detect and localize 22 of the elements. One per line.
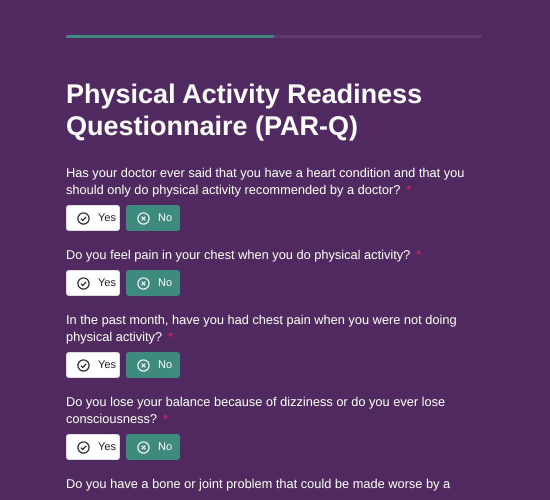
answer-button[interactable]: No	[126, 270, 180, 296]
answer-button[interactable]: Yes	[66, 270, 120, 296]
answer-button[interactable]: No	[126, 434, 180, 460]
question-text: Has your doctor ever said that you have a heart condition and that you should only do physical activity recommended by a doctor? *	[66, 164, 466, 198]
close-icon	[137, 212, 150, 224]
check-icon	[77, 358, 90, 372]
answer-button[interactable]: No	[126, 352, 180, 378]
question-text: In the past month, have you had chest pain when you were not doing physical activity? *	[66, 311, 458, 345]
form-title: Physical Activity Readiness Questionnaire (PAR-Q)	[66, 78, 424, 142]
question-text: Do you lose your balance because of dizziness or do you ever lose consciousness? *	[66, 393, 446, 427]
check-icon	[77, 276, 90, 290]
check-icon	[77, 212, 90, 224]
close-icon	[137, 358, 150, 372]
check-icon	[77, 440, 90, 454]
question-text: Do you feel pain in your chest when you do physical activity? *	[66, 246, 422, 263]
answer-button[interactable]: No	[126, 205, 180, 231]
question-text: Do you have a bone or joint problem that could be made worse by a	[66, 475, 452, 492]
answer-button[interactable]: Yes	[66, 434, 120, 460]
close-icon	[137, 276, 150, 290]
close-icon	[137, 440, 150, 454]
answer-button[interactable]: Yes	[66, 205, 120, 231]
answer-button[interactable]: Yes	[66, 352, 120, 378]
